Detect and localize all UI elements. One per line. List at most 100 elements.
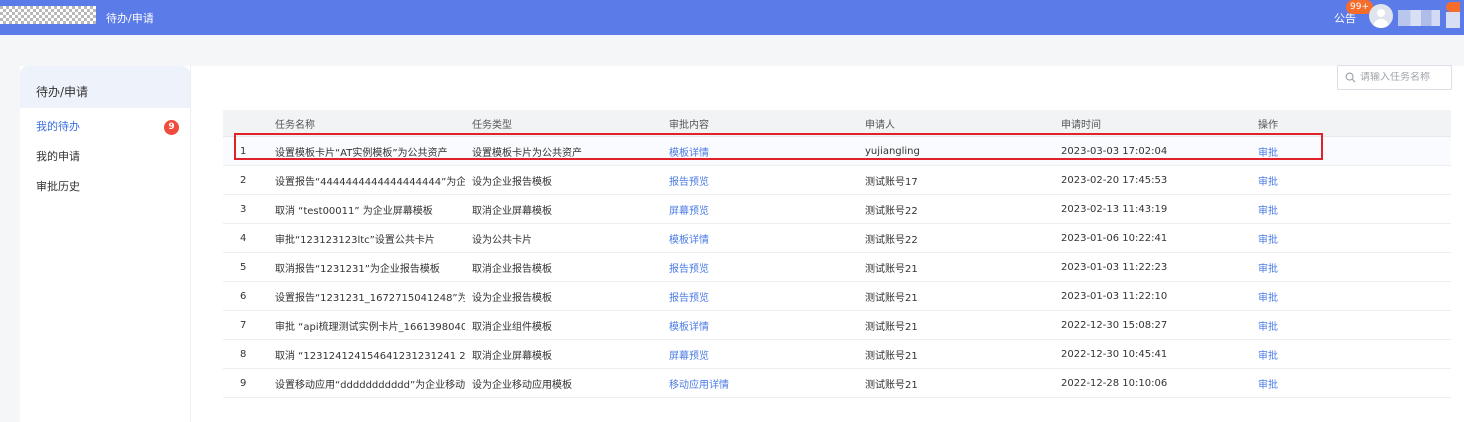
row-index: 7 xyxy=(240,319,247,331)
apply-time: 2022-12-30 15:08:27 xyxy=(1061,319,1168,331)
task-type: 设为企业移动应用模板 xyxy=(472,379,572,391)
applicant: 测试账号22 xyxy=(865,205,918,217)
col-header-index xyxy=(240,110,270,136)
apply-time: 2022-12-28 10:10:06 xyxy=(1061,377,1168,389)
col-header-task-type: 任务类型 xyxy=(472,119,512,131)
approve-button[interactable]: 审批 xyxy=(1258,289,1278,304)
table-row: 5 取消报告“1231231”为企业报告模板 取消企业报告模板 报告预览 测试账… xyxy=(223,253,1451,282)
content-link[interactable]: 屏幕预览 xyxy=(669,347,709,362)
content-link[interactable]: 报告预览 xyxy=(669,289,709,304)
apply-time: 2023-01-03 11:22:23 xyxy=(1061,261,1168,273)
table-row: 8 取消 “123124124154641231231241 2... 取消企业… xyxy=(223,340,1451,369)
top-bar xyxy=(0,0,1464,35)
sidebar-item-label: 我的申请 xyxy=(36,150,80,163)
approve-button[interactable]: 审批 xyxy=(1258,173,1278,188)
user-name-redacted[interactable] xyxy=(1398,10,1440,26)
task-name: 取消 “test00011” 为企业屏幕模板 xyxy=(275,205,433,217)
approve-button[interactable]: 审批 xyxy=(1258,231,1278,246)
content-link[interactable]: 模板详情 xyxy=(669,318,709,333)
task-name: 审批“123123123ltc”设置公共卡片 xyxy=(275,234,435,246)
table-row: 4 审批“123123123ltc”设置公共卡片 设为公共卡片 模板详情 测试账… xyxy=(223,224,1451,253)
task-type: 设为公共卡片 xyxy=(472,234,532,246)
content-link[interactable]: 模板详情 xyxy=(669,144,709,159)
col-header-task-name: 任务名称 xyxy=(275,119,315,131)
apply-time: 2023-01-06 10:22:41 xyxy=(1061,232,1168,244)
search-box[interactable] xyxy=(1337,65,1452,90)
table-header: 任务名称 任务类型 审批内容 申请人 申请时间 操作 xyxy=(223,110,1451,137)
content-link[interactable]: 报告预览 xyxy=(669,173,709,188)
row-index: 4 xyxy=(240,232,247,244)
task-name: 设置移动应用“ddddddddddd”为企业移动... xyxy=(275,379,465,391)
approve-button[interactable]: 审批 xyxy=(1258,376,1278,391)
table-row: 6 设置报告“1231231_1672715041248”为企... 设为企业报… xyxy=(223,282,1451,311)
sidebar-item-approval-history[interactable]: 审批历史 xyxy=(20,172,190,202)
user-notification-badge xyxy=(1446,2,1460,12)
apply-time: 2023-02-20 17:45:53 xyxy=(1061,174,1168,186)
row-index: 5 xyxy=(240,261,247,273)
apply-time: 2023-03-03 17:02:04 xyxy=(1061,145,1168,157)
content-link[interactable]: 移动应用详情 xyxy=(669,376,729,391)
applicant: 测试账号21 xyxy=(865,379,918,391)
row-index: 8 xyxy=(240,348,247,360)
task-type: 取消企业报告模板 xyxy=(472,263,552,275)
row-index: 2 xyxy=(240,174,247,186)
task-type: 取消企业组件模板 xyxy=(472,321,552,333)
task-type: 取消企业屏幕模板 xyxy=(472,350,552,362)
todo-count-badge: 9 xyxy=(164,120,179,135)
applicant: 测试账号21 xyxy=(865,263,918,275)
approve-button[interactable]: 审批 xyxy=(1258,144,1278,159)
task-name: 取消 “123124124154641231231241 2... xyxy=(275,350,465,362)
approve-button[interactable]: 审批 xyxy=(1258,202,1278,217)
row-index: 6 xyxy=(240,290,247,302)
row-index: 1 xyxy=(240,145,247,157)
applicant: 测试账号17 xyxy=(865,176,918,188)
row-index: 3 xyxy=(240,203,247,215)
logo[interactable] xyxy=(0,6,96,24)
sidebar-item-label: 审批历史 xyxy=(36,180,80,193)
apply-time: 2023-02-13 11:43:19 xyxy=(1061,203,1168,215)
task-type: 设为企业报告模板 xyxy=(472,176,552,188)
applicant: yujiangling xyxy=(865,145,920,157)
sidebar-item-my-applications[interactable]: 我的申请 xyxy=(20,142,190,172)
task-type: 设为企业报告模板 xyxy=(472,292,552,304)
sidebar: 待办/申请 我的待办 9 我的申请 审批历史 xyxy=(20,66,191,422)
approve-button[interactable]: 审批 xyxy=(1258,318,1278,333)
avatar-head-shape xyxy=(1377,9,1385,17)
table-row: 9 设置移动应用“ddddddddddd”为企业移动... 设为企业移动应用模板… xyxy=(223,369,1451,398)
col-header-action: 操作 xyxy=(1258,119,1278,131)
content-link[interactable]: 报告预览 xyxy=(669,260,709,275)
col-header-content: 审批内容 xyxy=(669,119,709,131)
search-input[interactable] xyxy=(1360,72,1450,83)
apply-time: 2022-12-30 10:45:41 xyxy=(1061,348,1168,360)
approve-button[interactable]: 审批 xyxy=(1258,260,1278,275)
table-row: 2 设置报告“4444444444444444444”为企业报... 设为企业报… xyxy=(223,166,1451,195)
user-avatar[interactable] xyxy=(1369,4,1393,28)
table-row: 1 设置模板卡片“AT实例模板”为公共资产 设置模板卡片为公共资产 模板详情 y… xyxy=(223,137,1451,166)
approve-button[interactable]: 审批 xyxy=(1258,347,1278,362)
task-name: 取消报告“1231231”为企业报告模板 xyxy=(275,263,440,275)
task-name: 审批 “api梳理测试实例卡片_16613980404... xyxy=(275,321,465,333)
task-type: 设置模板卡片为公共资产 xyxy=(472,147,582,159)
col-header-applicant: 申请人 xyxy=(865,119,895,131)
content-link[interactable]: 模板详情 xyxy=(669,231,709,246)
applicant: 测试账号21 xyxy=(865,350,918,362)
row-index: 9 xyxy=(240,377,247,389)
task-type: 取消企业屏幕模板 xyxy=(472,205,552,217)
task-name: 设置报告“4444444444444444444”为企业报... xyxy=(275,176,465,188)
search-icon xyxy=(1345,72,1356,83)
applicant: 测试账号21 xyxy=(865,292,918,304)
avatar-body-shape xyxy=(1373,19,1389,28)
task-name: 设置报告“1231231_1672715041248”为企... xyxy=(275,292,465,304)
applicant: 测试账号22 xyxy=(865,234,918,246)
table-row: 3 取消 “test00011” 为企业屏幕模板 取消企业屏幕模板 屏幕预览 测… xyxy=(223,195,1451,224)
task-table: 任务名称 任务类型 审批内容 申请人 申请时间 操作 1 设置模板卡片“AT实例… xyxy=(223,110,1451,398)
user-menu-redacted xyxy=(1446,12,1460,28)
apply-time: 2023-01-03 11:22:10 xyxy=(1061,290,1168,302)
sidebar-title: 待办/申请 xyxy=(20,66,190,108)
table-row: 7 审批 “api梳理测试实例卡片_16613980404... 取消企业组件模… xyxy=(223,311,1451,340)
task-name: 设置模板卡片“AT实例模板”为公共资产 xyxy=(275,147,448,159)
applicant: 测试账号21 xyxy=(865,321,918,333)
sidebar-item-my-todo[interactable]: 我的待办 9 xyxy=(20,112,190,142)
content-link[interactable]: 屏幕预览 xyxy=(669,202,709,217)
app-title[interactable]: 待办/申请 xyxy=(106,10,154,26)
